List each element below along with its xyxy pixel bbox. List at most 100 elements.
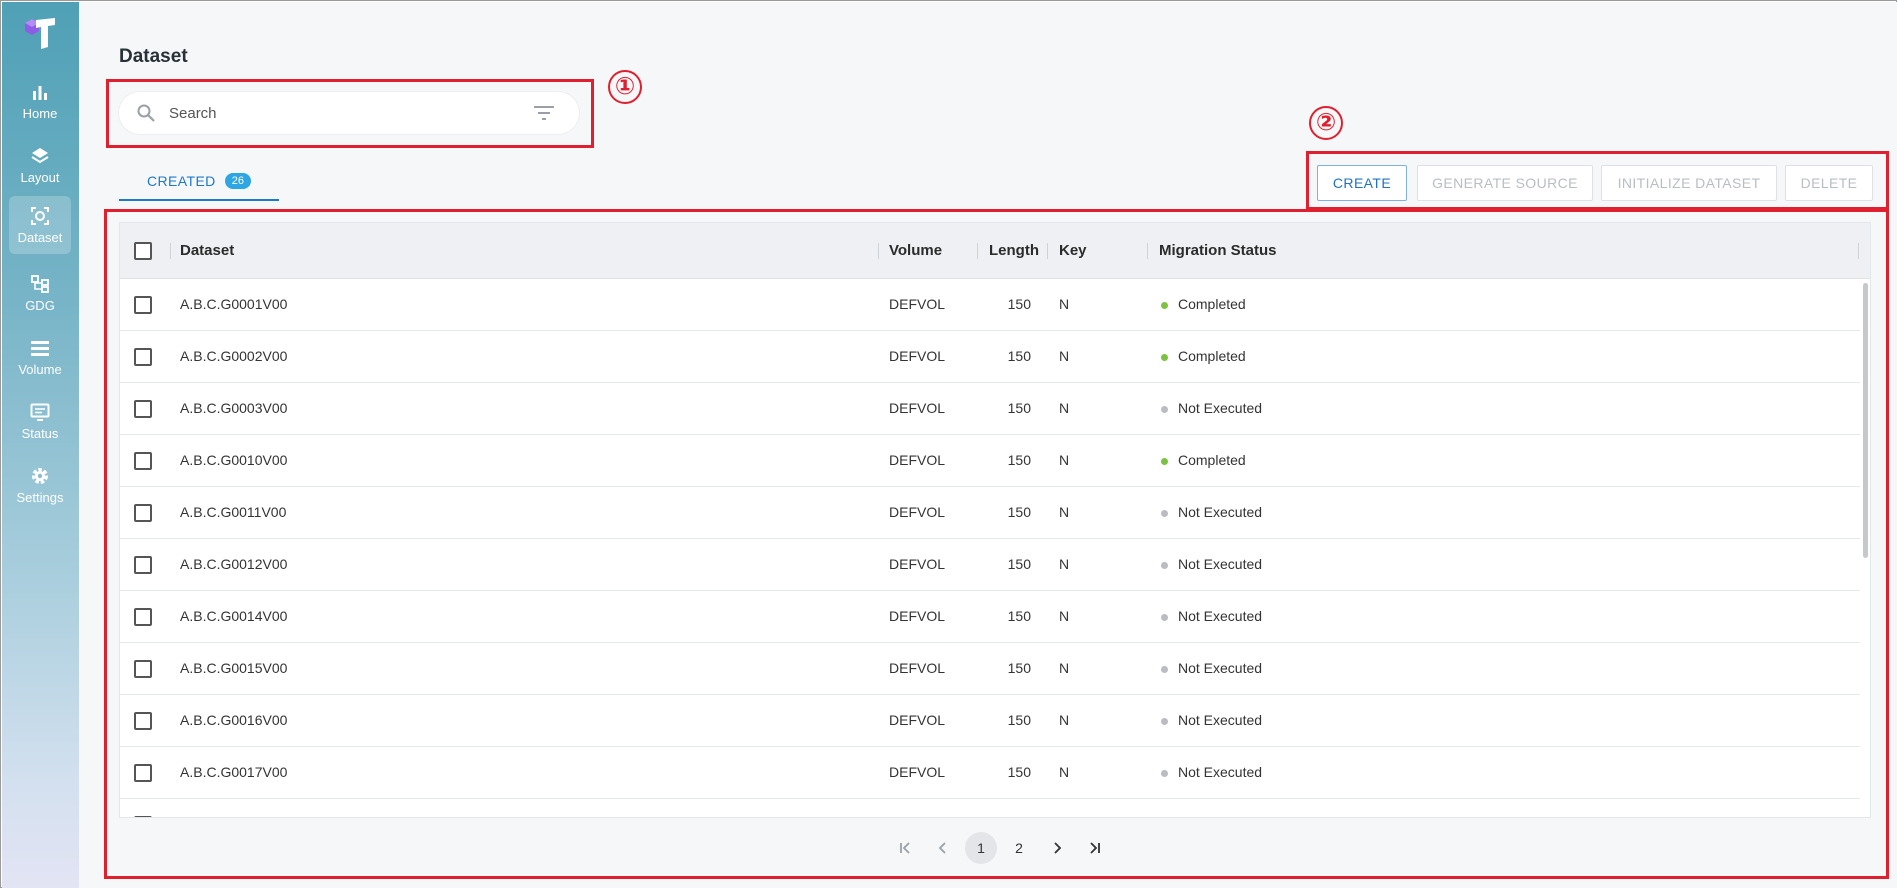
status-dot (1161, 562, 1168, 569)
migration-status: Completed (1178, 296, 1246, 312)
last-page-button[interactable] (1079, 832, 1111, 864)
status-dot (1161, 614, 1168, 621)
count-badge: 26 (224, 172, 251, 189)
volume-value: DEFVOL (889, 764, 946, 780)
bar-chart-icon (30, 82, 50, 102)
sidebar-item-status[interactable]: Status (9, 392, 71, 450)
table-row[interactable]: A.B.C.G0011V00 DEFVOL 150 N Not Executed (120, 487, 1860, 539)
next-page-button[interactable] (1041, 832, 1073, 864)
table-row[interactable]: A.B.C.G0001V00 DEFVOL 150 N Completed (120, 279, 1860, 331)
length-value: 150 (1007, 348, 1031, 364)
key-value: N (1059, 452, 1070, 468)
key-value: N (1059, 348, 1070, 364)
table-scrollbar[interactable] (1863, 283, 1868, 558)
column-header-volume[interactable]: Volume (889, 242, 942, 259)
length-value: 150 (1007, 764, 1031, 780)
row-checkbox[interactable] (134, 348, 152, 366)
volume-value: DEFVOL (889, 400, 946, 416)
page-number-1[interactable]: 1 (965, 832, 997, 864)
row-checkbox[interactable] (134, 556, 152, 574)
status-dot (1161, 770, 1168, 777)
volume-value: DEFVOL (889, 660, 946, 676)
status-dot (1161, 406, 1168, 413)
dataset-name: A.B.C.G0016V00 (180, 712, 288, 728)
app-logo (22, 14, 58, 50)
table-row[interactable]: A.B.C.G0002V00 DEFVOL 150 N Completed (120, 331, 1860, 383)
row-checkbox[interactable] (134, 452, 152, 470)
prev-page-button[interactable] (927, 832, 959, 864)
row-checkbox[interactable] (134, 712, 152, 730)
volume-value: DEFVOL (889, 608, 946, 624)
annotation-box-1 (106, 79, 594, 148)
page-number-2[interactable]: 2 (1003, 832, 1035, 864)
length-value: 150 (1007, 504, 1031, 520)
column-separator (1047, 243, 1048, 259)
key-value: N (1059, 660, 1070, 676)
row-checkbox[interactable] (134, 296, 152, 314)
sidebar-item-home[interactable]: Home (9, 72, 71, 130)
sidebar-item-layout[interactable]: Layout (9, 136, 71, 194)
hierarchy-icon (30, 274, 50, 294)
table-row[interactable]: A.B.C.G0003V00 DEFVOL 150 N Not Executed (120, 383, 1860, 435)
table-row[interactable]: A.B.C.G0017V00 DEFVOL 150 N Not Executed (120, 747, 1860, 799)
sidebar-item-settings[interactable]: Settings (9, 456, 71, 514)
column-separator (1147, 243, 1148, 259)
initialize-dataset-button[interactable]: INITIALIZE DATASET (1601, 165, 1777, 201)
delete-button[interactable]: DELETE (1785, 165, 1873, 201)
key-value: N (1059, 556, 1070, 572)
create-button[interactable]: CREATE (1317, 165, 1407, 201)
length-value: 150 (1007, 556, 1031, 572)
status-dot (1161, 718, 1168, 725)
row-checkbox[interactable] (134, 608, 152, 626)
key-value: N (1059, 712, 1070, 728)
row-checkbox[interactable] (134, 400, 152, 418)
list-icon (30, 338, 50, 358)
key-value: N (1059, 504, 1070, 520)
generate-source-button[interactable]: GENERATE SOURCE (1417, 165, 1593, 201)
migration-status: Not Executed (1178, 660, 1263, 676)
pagination: 1 2 (79, 828, 1897, 868)
column-header-dataset[interactable]: Dataset (180, 242, 234, 259)
column-header-migration-status[interactable]: Migration Status (1159, 242, 1277, 259)
column-separator (878, 243, 879, 259)
dataset-name: A.B.C.G0015V00 (180, 660, 288, 676)
status-dot (1161, 510, 1168, 517)
status-dot (1161, 666, 1168, 673)
table-row[interactable]: A.B.C.G0015V00 DEFVOL 150 N Not Executed (120, 643, 1860, 695)
row-checkbox[interactable] (134, 816, 152, 817)
first-page-button[interactable] (889, 832, 921, 864)
last-page-icon (1090, 842, 1100, 854)
table-row[interactable]: A.B.C.G0016V00 DEFVOL 150 N Not Executed (120, 695, 1860, 747)
table-row[interactable]: A.B.C.G0014V00 DEFVOL 150 N Not Executed (120, 591, 1860, 643)
volume-value: DEFVOL (889, 348, 946, 364)
length-value: 150 (1007, 712, 1031, 728)
first-page-icon (900, 842, 910, 854)
tab-created[interactable]: CREATED 26 (119, 162, 279, 201)
volume-value: DEFVOL (889, 712, 946, 728)
column-header-length[interactable]: Length (989, 242, 1039, 259)
dataset-name: A.B.C.G0001V00 (180, 296, 288, 312)
column-header-key[interactable]: Key (1059, 242, 1087, 259)
length-value: 150 (1007, 400, 1031, 416)
table-row[interactable] (120, 799, 1860, 817)
main-content: Dataset ① CREATED 26 ② CREATE GENERATE S… (79, 2, 1897, 888)
sidebar-item-label: Layout (20, 169, 60, 185)
volume-value: DEFVOL (889, 504, 946, 520)
sidebar: Home Layout Dataset GDG Volume Status Se… (2, 2, 79, 888)
migration-status: Not Executed (1178, 764, 1263, 780)
sidebar-item-label: Home (22, 105, 58, 121)
table-row[interactable]: A.B.C.G0010V00 DEFVOL 150 N Completed (120, 435, 1860, 487)
row-checkbox[interactable] (134, 660, 152, 678)
sidebar-item-dataset[interactable]: Dataset (9, 196, 71, 254)
select-all-checkbox[interactable] (134, 242, 152, 260)
sidebar-item-gdg[interactable]: GDG (9, 264, 71, 322)
table-row[interactable]: A.B.C.G0012V00 DEFVOL 150 N Not Executed (120, 539, 1860, 591)
sidebar-item-volume[interactable]: Volume (9, 328, 71, 386)
length-value: 150 (1007, 608, 1031, 624)
column-separator (1858, 243, 1859, 259)
sidebar-item-label: Status (21, 425, 59, 441)
dataset-name: A.B.C.G0012V00 (180, 556, 288, 572)
row-checkbox[interactable] (134, 764, 152, 782)
dataset-name: A.B.C.G0010V00 (180, 452, 288, 468)
row-checkbox[interactable] (134, 504, 152, 522)
